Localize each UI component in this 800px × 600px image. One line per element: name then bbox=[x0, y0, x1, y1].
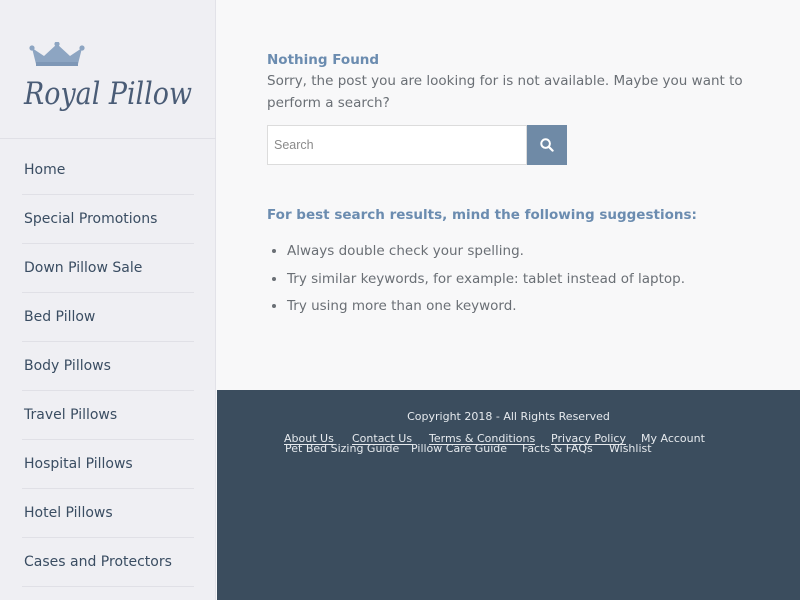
crown-logo-icon: Royal Pillow bbox=[23, 42, 192, 112]
main-content: Nothing Found Sorry, the post you are lo… bbox=[217, 0, 800, 390]
sidebar-item-bed-pillow[interactable]: Bed Pillow bbox=[22, 293, 194, 342]
suggestions-list: Always double check your spelling. Try s… bbox=[267, 238, 787, 321]
search-input[interactable] bbox=[267, 125, 527, 165]
sidebar-item-home[interactable]: Home bbox=[22, 146, 194, 195]
list-item: Always double check your spelling. bbox=[287, 238, 787, 266]
sidebar-item-hospital-pillows[interactable]: Hospital Pillows bbox=[22, 440, 194, 489]
sidebar-item-travel-pillows[interactable]: Travel Pillows bbox=[22, 391, 194, 440]
search-icon bbox=[540, 138, 554, 152]
footer-link-pet-bed-sizing-guide[interactable]: Pet Bed Sizing Guide bbox=[285, 443, 399, 454]
search-form bbox=[267, 125, 567, 165]
logo[interactable]: Royal Pillow bbox=[0, 0, 216, 139]
not-found-message: Sorry, the post you are looking for is n… bbox=[267, 73, 743, 111]
sidebar-item-hotel-pillows[interactable]: Hotel Pillows bbox=[22, 489, 194, 538]
sidebar-item-down-pillow-sale[interactable]: Down Pillow Sale bbox=[22, 244, 194, 293]
logo-text: Royal Pillow bbox=[23, 76, 192, 112]
list-item: Try similar keywords, for example: table… bbox=[287, 266, 787, 294]
suggestions-title: For best search results, mind the follow… bbox=[267, 207, 697, 223]
sidebar-nav: Home Special Promotions Down Pillow Sale… bbox=[22, 146, 194, 587]
footer: Copyright 2018 - All Rights Reserved Abo… bbox=[217, 390, 800, 600]
page-title: Nothing Found bbox=[267, 52, 380, 68]
footer-link-facts-faqs[interactable]: Facts & FAQs bbox=[522, 443, 593, 454]
footer-link-wishlist[interactable]: Wishlist bbox=[609, 443, 652, 454]
sidebar-item-cases-and-protectors[interactable]: Cases and Protectors bbox=[22, 538, 194, 587]
sidebar-item-special-promotions[interactable]: Special Promotions bbox=[22, 195, 194, 244]
search-button[interactable] bbox=[527, 125, 567, 165]
sidebar: Royal Pillow Home Special Promotions Dow… bbox=[0, 0, 216, 600]
footer-link-pillow-care-guide[interactable]: Pillow Care Guide bbox=[411, 443, 507, 454]
copyright: Copyright 2018 - All Rights Reserved bbox=[407, 410, 610, 423]
sidebar-item-body-pillows[interactable]: Body Pillows bbox=[22, 342, 194, 391]
list-item: Try using more than one keyword. bbox=[287, 293, 787, 321]
